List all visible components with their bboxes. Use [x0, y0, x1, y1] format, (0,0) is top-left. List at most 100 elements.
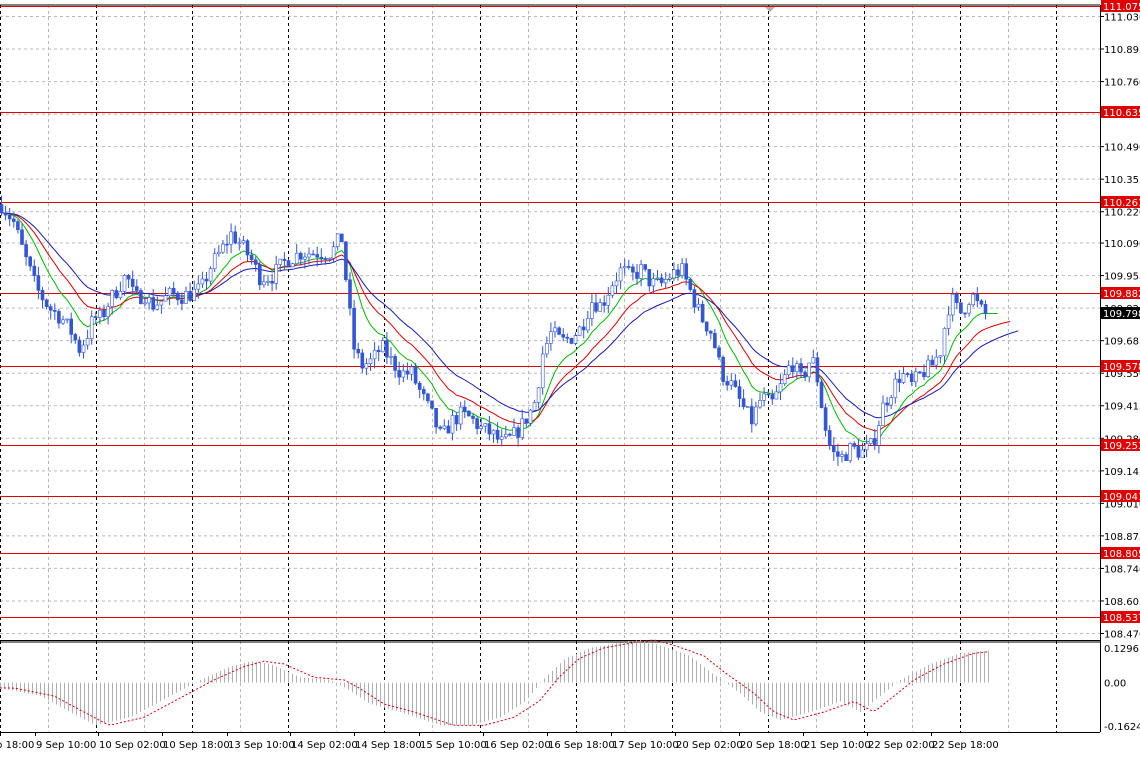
- candle-body: [643, 264, 648, 270]
- level-label: 109.882: [1103, 289, 1140, 300]
- price-tick-label: 108.605: [1104, 597, 1140, 608]
- candle-body: [471, 415, 475, 419]
- candle-body: [565, 336, 570, 339]
- candle-body: [610, 285, 615, 296]
- candle-body: [688, 278, 693, 290]
- time-tick-label: 20 Sep 18:00: [740, 740, 807, 751]
- level-label: 108.805: [1103, 549, 1140, 560]
- candle-body: [499, 436, 504, 440]
- candle-body: [942, 328, 947, 357]
- candle-body: [561, 334, 566, 338]
- candle-body: [713, 333, 717, 349]
- level-label: 109.253: [1103, 441, 1140, 452]
- candle-body: [69, 318, 73, 335]
- candle-body: [803, 371, 807, 378]
- candle-body: [7, 214, 12, 220]
- candle-body: [774, 391, 779, 400]
- candle-body: [676, 269, 680, 276]
- candle-body: [495, 429, 500, 440]
- candle-body: [163, 295, 168, 302]
- candle-body: [622, 266, 627, 269]
- candle-body: [963, 312, 967, 315]
- candle-body: [16, 221, 20, 231]
- time-tick-label: 10 Sep 02:00: [99, 740, 166, 751]
- time-tick-label: 22 Sep 18:00: [932, 740, 999, 751]
- candle-body: [975, 294, 980, 302]
- price-tick-label: 110.090: [1104, 239, 1140, 250]
- candle-body: [663, 279, 668, 284]
- candle-body: [897, 378, 902, 383]
- candle-body: [270, 280, 274, 284]
- candle-body: [585, 318, 590, 331]
- level-label: 111.075: [1103, 2, 1140, 13]
- candle-body: [368, 358, 373, 364]
- price-chart[interactable]: 111.030110.895110.760110.625110.490110.3…: [0, 0, 1140, 754]
- candle-body: [348, 279, 352, 309]
- candle-body: [799, 363, 803, 373]
- candle-body: [893, 378, 898, 398]
- candle-body: [454, 415, 459, 425]
- candle-body: [401, 370, 406, 378]
- candle-body: [356, 348, 361, 354]
- candle-body: [672, 269, 676, 279]
- candle-body: [364, 363, 369, 369]
- price-tick-label: 109.685: [1104, 337, 1140, 348]
- candle-body: [32, 265, 37, 276]
- candle-body: [208, 268, 213, 282]
- candle-body: [298, 252, 303, 260]
- candle-body: [294, 252, 299, 264]
- candle-body: [0, 204, 4, 214]
- chart-window: 111.030110.895110.760110.625110.490110.3…: [0, 0, 1140, 754]
- candle-body: [155, 304, 160, 310]
- candle-body: [151, 297, 155, 310]
- candle-body: [967, 304, 971, 314]
- candle-body: [930, 359, 935, 366]
- candle-body: [405, 370, 410, 375]
- candle-body: [188, 291, 192, 301]
- candle-body: [20, 229, 24, 245]
- candle-body: [979, 300, 984, 305]
- candle-body: [118, 291, 123, 299]
- candle-body: [606, 294, 611, 306]
- candle-body: [352, 307, 356, 350]
- candle-body: [856, 446, 861, 458]
- candle-body: [65, 318, 69, 321]
- time-tick-label: 14 Sep 02:00: [291, 740, 358, 751]
- candle-body: [421, 389, 426, 395]
- candle-body: [196, 283, 201, 290]
- candle-body: [549, 331, 553, 344]
- price-tick-label: 110.895: [1104, 45, 1140, 56]
- candle-body: [397, 370, 402, 378]
- candle-body: [44, 299, 49, 307]
- candle-body: [827, 430, 832, 447]
- candle-body: [61, 319, 65, 324]
- candle-body: [503, 433, 508, 438]
- candle-body: [48, 306, 53, 311]
- candle-body: [819, 381, 824, 408]
- candle-body: [877, 425, 881, 446]
- candle-body: [901, 373, 906, 383]
- candle-body: [754, 406, 758, 425]
- price-tick-label: 108.470: [1104, 630, 1140, 641]
- candle-body: [717, 347, 721, 358]
- candle-body: [307, 253, 311, 258]
- candle-body: [3, 212, 8, 216]
- candle-body: [594, 302, 598, 312]
- candle-body: [311, 253, 315, 256]
- candle-body: [721, 356, 725, 382]
- candle-body: [200, 278, 205, 285]
- candle-body: [376, 349, 381, 353]
- candle-body: [811, 357, 816, 364]
- candle-body: [512, 427, 516, 436]
- price-tick-label: 108.740: [1104, 564, 1140, 575]
- price-tick-label: 109.415: [1104, 402, 1140, 413]
- candle-body: [81, 344, 86, 353]
- candle-body: [868, 438, 873, 444]
- candle-body: [290, 263, 295, 268]
- time-tick-label: 9 Sep 18:00: [0, 740, 34, 751]
- candle-body: [692, 289, 697, 308]
- current-price-label: 109.798: [1103, 309, 1140, 320]
- candle-body: [544, 343, 549, 355]
- candle-body: [938, 355, 943, 358]
- candle-body: [159, 300, 164, 306]
